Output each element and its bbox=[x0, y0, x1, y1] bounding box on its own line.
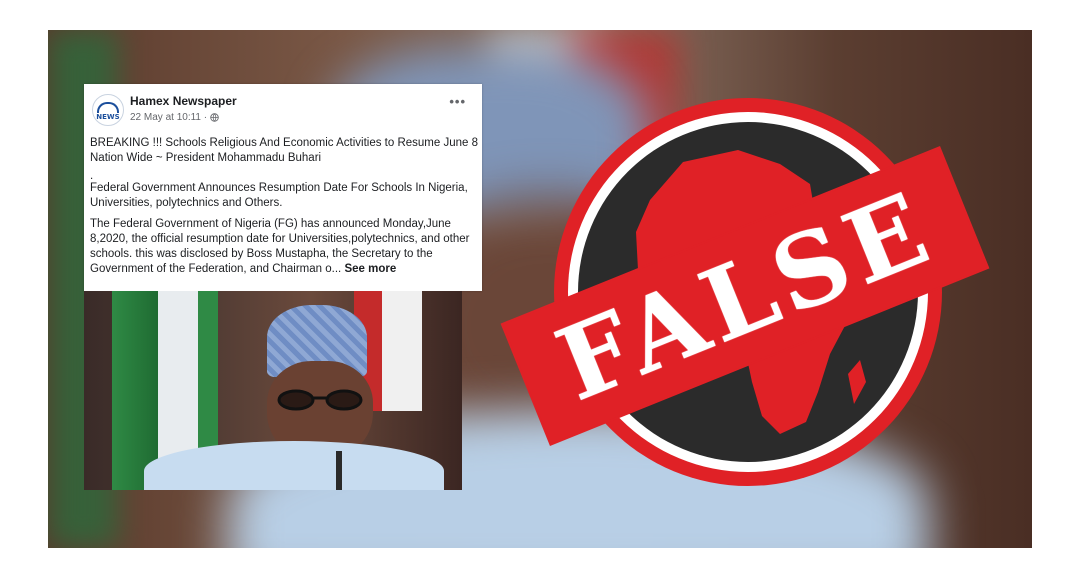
post-photo[interactable] bbox=[84, 291, 462, 490]
post-meta: 22 May at 10:11 · bbox=[130, 112, 219, 123]
more-horizontal-icon[interactable]: ••• bbox=[449, 94, 466, 109]
post-timestamp[interactable]: 22 May at 10:11 · bbox=[130, 112, 207, 123]
facebook-post-card: NEWS Hamex Newspaper 22 May at 10:11 · •… bbox=[84, 84, 482, 291]
see-more-link[interactable]: See more bbox=[344, 263, 396, 275]
globe-icon bbox=[210, 113, 219, 122]
post-subheadline: Federal Government Announces Resumption … bbox=[90, 182, 468, 209]
avatar-logo-text: NEWS bbox=[96, 112, 120, 121]
page-name[interactable]: Hamex Newspaper bbox=[130, 94, 237, 108]
page-avatar[interactable]: NEWS bbox=[92, 94, 124, 126]
post-body-content: The Federal Government of Nigeria (FG) h… bbox=[90, 218, 470, 275]
post-body-text: The Federal Government of Nigeria (FG) h… bbox=[90, 217, 478, 277]
post-headline: BREAKING !!! Schools Religious And Econo… bbox=[90, 137, 478, 164]
post-separator: . bbox=[90, 170, 94, 182]
post-text: BREAKING !!! Schools Religious And Econo… bbox=[90, 136, 478, 283]
